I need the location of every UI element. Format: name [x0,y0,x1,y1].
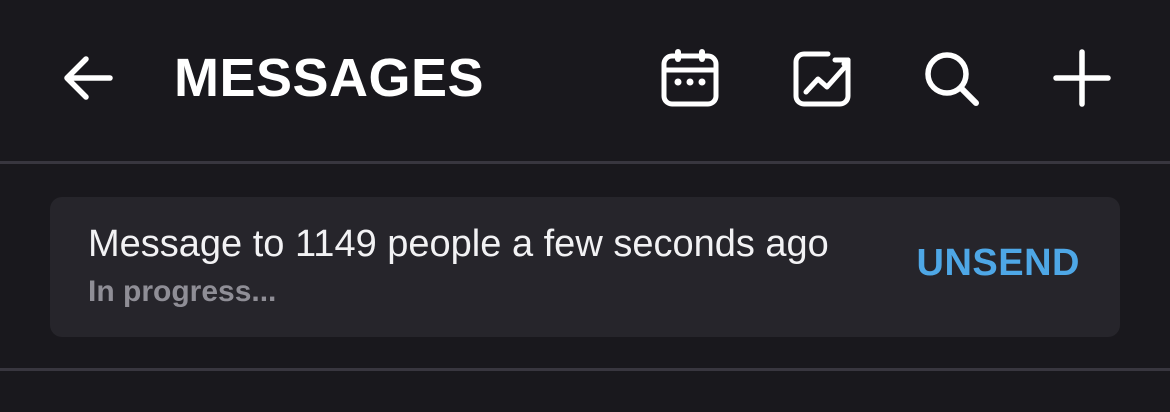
unsend-button[interactable]: UNSEND [917,239,1080,287]
back-button[interactable] [54,44,122,112]
insights-button[interactable] [786,42,858,114]
plus-icon [1053,49,1111,107]
header-divider [0,161,1170,164]
search-button[interactable] [915,42,987,114]
list-divider [0,368,1170,371]
new-message-button[interactable] [1046,42,1118,114]
page-title: MESSAGES [174,48,485,108]
chart-image-icon [793,51,851,107]
messages-screen: MESSAGES Message to 1149 people a few se… [0,0,1170,412]
arrow-left-icon [64,56,113,100]
top-bar: MESSAGES [0,0,1170,162]
sending-message-card: Message to 1149 people a few seconds ago… [50,197,1120,337]
search-icon [925,52,979,106]
calendar-icon [661,49,719,107]
message-status: In progress... [88,275,277,308]
message-summary: Message to 1149 people a few seconds ago [88,223,829,265]
schedule-button[interactable] [654,42,726,114]
